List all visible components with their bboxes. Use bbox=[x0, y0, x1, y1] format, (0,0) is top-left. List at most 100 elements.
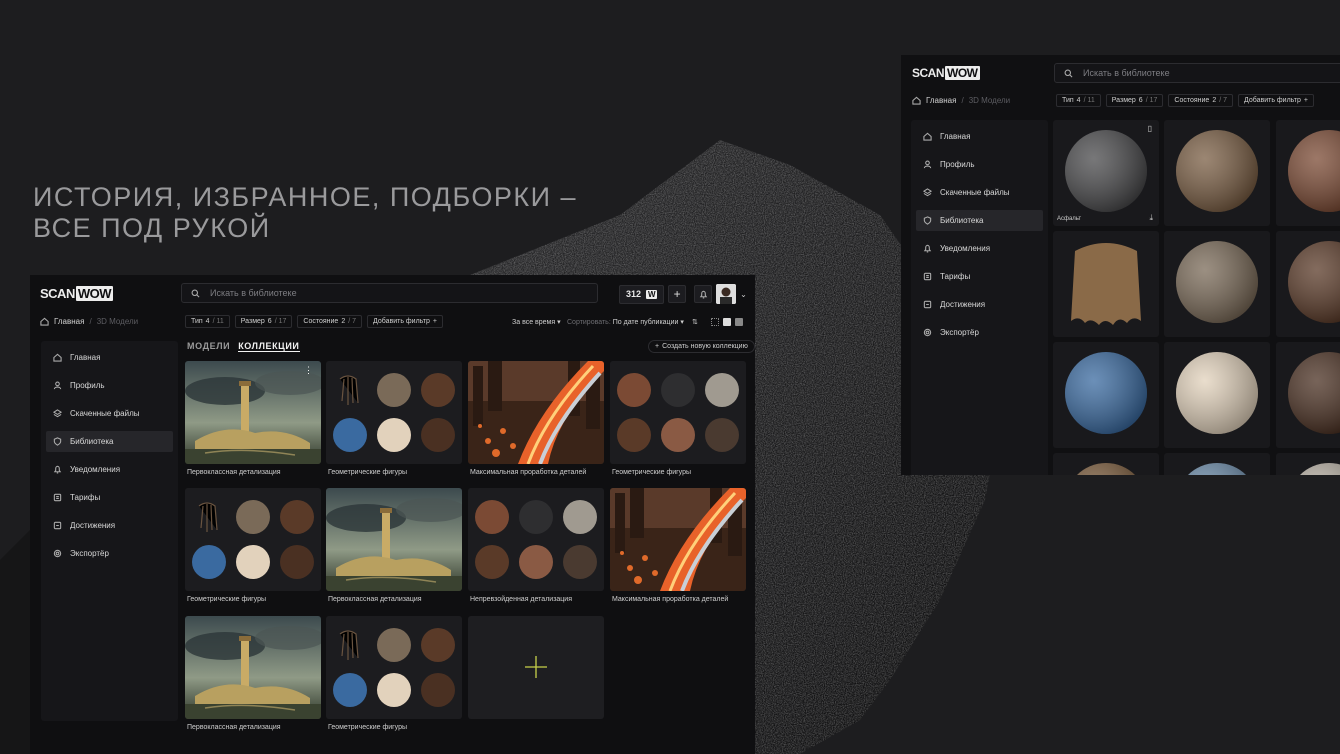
view-small-grid-icon[interactable] bbox=[711, 318, 719, 326]
search-icon bbox=[191, 289, 200, 298]
headline-line-2: ВСЕ ПОД РУКОЙ bbox=[33, 213, 271, 243]
material-preview-image bbox=[1065, 352, 1147, 434]
collection-card[interactable] bbox=[326, 616, 462, 719]
bell-icon bbox=[923, 244, 932, 253]
breadcrumb-separator: / bbox=[89, 317, 92, 326]
sidebar-item-notifications[interactable]: Уведомления bbox=[46, 459, 173, 480]
avatar-face-icon bbox=[716, 284, 737, 304]
sidebar-item-achievements[interactable]: Достижения bbox=[46, 515, 173, 536]
coins-balance[interactable]: 312 W bbox=[619, 284, 665, 304]
collection-title: Геометрические фигуры bbox=[328, 469, 408, 476]
material-card[interactable] bbox=[1276, 453, 1340, 475]
filter-chip-size[interactable]: Размер 6/ 17 bbox=[234, 315, 293, 328]
search-input[interactable] bbox=[208, 287, 597, 299]
material-card[interactable] bbox=[1276, 120, 1340, 226]
material-card[interactable] bbox=[1053, 342, 1159, 448]
new-collection-button[interactable]: + Создать новую коллекцию bbox=[648, 340, 755, 353]
bookmark-icon[interactable]: ▯ bbox=[1148, 124, 1152, 133]
sidebar-item-tariffs[interactable]: Тарифы bbox=[46, 487, 173, 508]
user-icon bbox=[923, 160, 932, 169]
material-preview-image bbox=[1188, 463, 1246, 475]
collection-card[interactable] bbox=[610, 488, 746, 591]
logo[interactable]: SCAN WOW bbox=[40, 286, 113, 301]
filter-chips: Тип 4/ 11 Размер 6/ 17 Состояние 2/ 7 Добав… bbox=[185, 315, 443, 328]
sidebar-item-home[interactable]: Главная bbox=[916, 126, 1043, 147]
sidebar-item-profile[interactable]: Профиль bbox=[916, 154, 1043, 175]
collection-preview-image bbox=[185, 361, 321, 464]
download-icon[interactable]: ⤓ bbox=[1149, 213, 1153, 223]
add-filter-button[interactable]: Добавить фильтр + bbox=[367, 315, 443, 328]
sort-direction-icon[interactable]: ⇅ bbox=[692, 318, 698, 326]
filter-chip-type[interactable]: Тип 4/ 11 bbox=[185, 315, 230, 328]
search-field[interactable] bbox=[1054, 63, 1340, 83]
material-preview-image bbox=[1288, 352, 1340, 434]
user-icon bbox=[53, 381, 62, 390]
more-icon[interactable]: ⋮ bbox=[304, 365, 313, 376]
sidebar-item-library[interactable]: Библиотека bbox=[916, 210, 1043, 231]
material-card[interactable] bbox=[1164, 453, 1270, 475]
tab-models[interactable]: МОДЕЛИ bbox=[187, 341, 230, 352]
filter-chip-type[interactable]: Тип 4/ 11 bbox=[1056, 94, 1101, 107]
home-icon bbox=[40, 317, 49, 326]
collection-card[interactable] bbox=[468, 488, 604, 591]
collection-title: Первоклассная детализация bbox=[187, 469, 281, 476]
bell-icon bbox=[699, 290, 708, 299]
collection-card[interactable] bbox=[468, 361, 604, 464]
material-card[interactable] bbox=[1053, 231, 1159, 337]
sidebar-item-exporter[interactable]: Экспортёр bbox=[46, 543, 173, 564]
bell-icon bbox=[53, 465, 62, 474]
material-card[interactable] bbox=[1164, 342, 1270, 448]
material-card[interactable]: ▯ Асфальт ⤓ bbox=[1053, 120, 1159, 226]
collection-card[interactable] bbox=[185, 616, 321, 719]
search-input[interactable] bbox=[1081, 67, 1340, 79]
filter-chip-size[interactable]: Размер 6/ 17 bbox=[1105, 94, 1164, 107]
chevron-down-icon[interactable]: ⌄ bbox=[740, 290, 747, 299]
shield-icon bbox=[923, 216, 932, 225]
award-icon bbox=[53, 521, 62, 530]
sidebar-item-tariffs[interactable]: Тарифы bbox=[916, 266, 1043, 287]
collection-title: Первоклассная детализация bbox=[328, 596, 422, 603]
material-card[interactable] bbox=[1276, 342, 1340, 448]
material-card[interactable] bbox=[1276, 231, 1340, 337]
tab-collections[interactable]: КОЛЛЕКЦИИ bbox=[238, 341, 300, 352]
notifications-button[interactable] bbox=[694, 285, 713, 303]
material-card[interactable] bbox=[1053, 453, 1159, 475]
sidebar-item-notifications[interactable]: Уведомления bbox=[916, 238, 1043, 259]
period-select[interactable]: За все время ▾ bbox=[512, 318, 561, 326]
gear-icon bbox=[53, 549, 62, 558]
material-card[interactable] bbox=[1164, 231, 1270, 337]
breadcrumb-home[interactable]: Главная bbox=[926, 96, 956, 105]
sidebar-item-home[interactable]: Главная bbox=[46, 347, 173, 368]
sidebar-item-profile[interactable]: Профиль bbox=[46, 375, 173, 396]
sidebar-item-downloads[interactable]: Скаченные файлы bbox=[46, 403, 173, 424]
logo[interactable]: SCAN WOW bbox=[912, 66, 980, 80]
sidebar-item-downloads[interactable]: Скаченные файлы bbox=[916, 182, 1043, 203]
collection-card[interactable] bbox=[326, 488, 462, 591]
collection-card[interactable] bbox=[610, 361, 746, 464]
award-icon bbox=[923, 300, 932, 309]
sidebar-item-library[interactable]: Библиотека bbox=[46, 431, 173, 452]
home-icon bbox=[53, 353, 62, 362]
collection-preview-image bbox=[468, 488, 604, 591]
collection-card[interactable] bbox=[326, 361, 462, 464]
tag-icon bbox=[923, 272, 932, 281]
view-large-icon[interactable] bbox=[735, 318, 743, 326]
material-card[interactable] bbox=[1164, 120, 1270, 226]
view-grid-icon[interactable] bbox=[723, 318, 731, 326]
add-filter-button[interactable]: Добавить фильтр + bbox=[1238, 94, 1314, 107]
collection-preview-image bbox=[185, 616, 321, 719]
breadcrumb-home[interactable]: Главная bbox=[54, 317, 84, 326]
add-button[interactable]: + bbox=[668, 285, 687, 303]
collection-card[interactable] bbox=[185, 488, 321, 591]
breadcrumb: Главная / 3D Модели bbox=[912, 96, 1010, 105]
avatar[interactable] bbox=[716, 284, 737, 304]
sort-select[interactable]: Сортировать: По дате публикации ▾ bbox=[567, 318, 684, 326]
search-field[interactable] bbox=[181, 283, 598, 303]
filter-chip-state[interactable]: Состояние 2/ 7 bbox=[297, 315, 363, 328]
material-label: Асфальт bbox=[1057, 216, 1082, 222]
filter-chip-state[interactable]: Состояние 2/ 7 bbox=[1168, 94, 1234, 107]
add-collection-tile[interactable] bbox=[468, 616, 604, 719]
sidebar-item-achievements[interactable]: Достижения bbox=[916, 294, 1043, 315]
collection-card[interactable]: ⋮ bbox=[185, 361, 321, 464]
sidebar-item-exporter[interactable]: Экспортёр bbox=[916, 322, 1043, 343]
